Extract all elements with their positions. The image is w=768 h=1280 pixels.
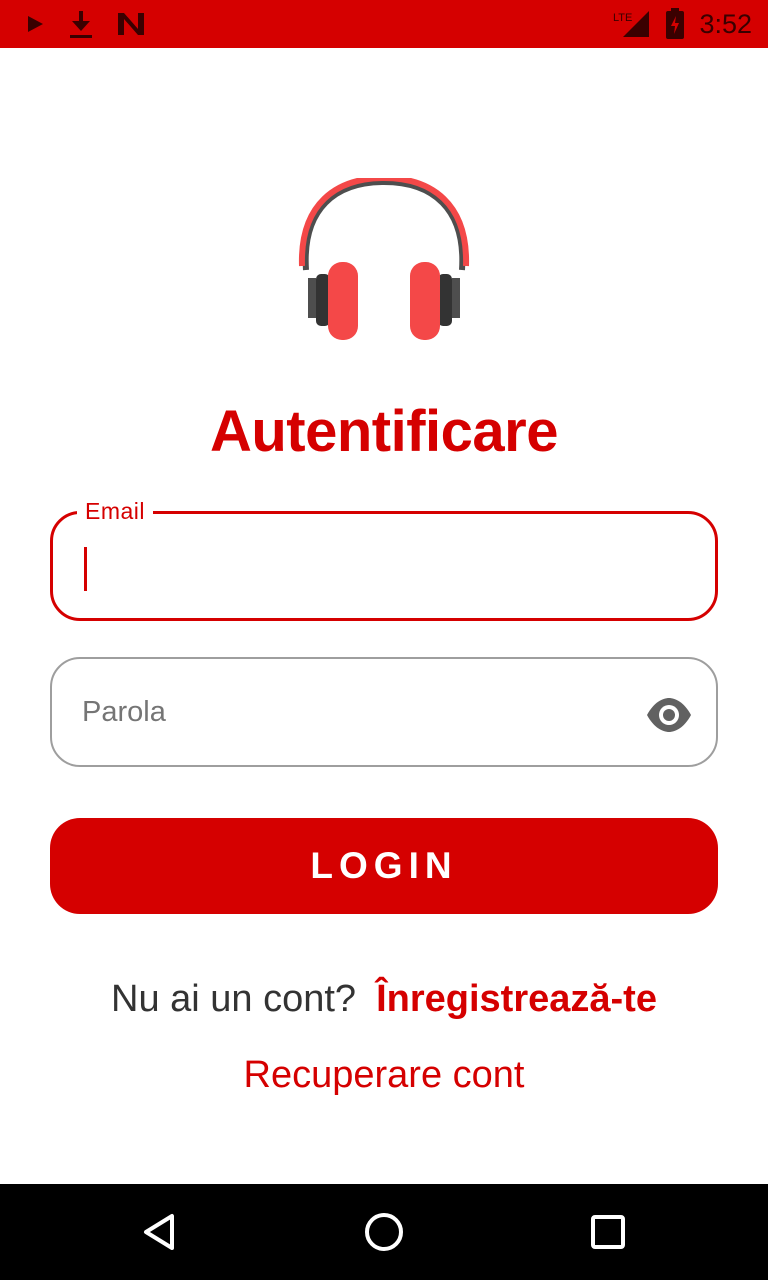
login-button[interactable]: LOGIN (50, 818, 718, 914)
password-field[interactable] (50, 657, 718, 767)
status-time: 3:52 (699, 8, 752, 39)
recover-account-link[interactable]: Recuperare cont (0, 1054, 768, 1097)
password-input[interactable] (82, 689, 642, 735)
home-icon[interactable] (360, 1208, 408, 1256)
signal-icon: LTE (613, 9, 651, 39)
n-notification-icon (116, 11, 146, 37)
download-icon (68, 9, 94, 39)
status-bar: LTE 3:52 (0, 0, 768, 48)
navigation-bar (0, 1184, 768, 1280)
show-password-eye-icon[interactable] (646, 692, 692, 738)
signup-link[interactable]: Înregistrează-te (376, 978, 657, 1021)
play-icon (24, 13, 46, 35)
email-input[interactable] (83, 544, 643, 590)
signup-prompt: Nu ai un cont? (111, 978, 357, 1020)
battery-icon (665, 8, 685, 40)
email-label: Email (77, 498, 154, 525)
headphones-logo-icon (296, 174, 472, 344)
svg-text:LTE: LTE (613, 12, 632, 24)
status-system: LTE 3:52 (613, 8, 752, 40)
text-caret (84, 547, 87, 591)
status-notifications (24, 9, 146, 39)
email-field[interactable]: Email (50, 498, 718, 621)
recents-icon[interactable] (584, 1208, 632, 1256)
page-title: Autentificare (209, 399, 559, 464)
back-icon[interactable] (136, 1208, 184, 1256)
signup-row: Nu ai un cont? Înregistrează-te (0, 978, 768, 1021)
